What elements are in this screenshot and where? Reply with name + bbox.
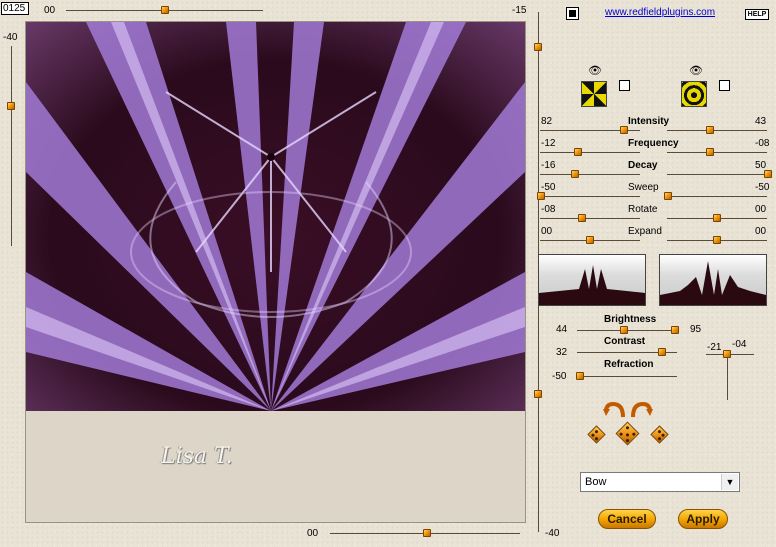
param-left-knob[interactable] (537, 192, 545, 200)
param-left-knob[interactable] (620, 126, 628, 134)
preset-selected-value: Bow (585, 476, 607, 488)
apply-label: Apply (686, 512, 720, 526)
watermark-text: Lisa T. (161, 444, 233, 469)
param-right-track[interactable] (667, 174, 767, 175)
param-label-sweep: Sweep (628, 182, 659, 193)
website-link[interactable]: www.redfieldplugins.com (605, 7, 715, 18)
waveform-preview-right (659, 254, 767, 306)
cancel-label: Cancel (607, 512, 647, 526)
param-label-decay: Decay (628, 160, 658, 171)
help-button[interactable]: HELP (745, 9, 769, 20)
eye-icon-left[interactable]: 👁 (588, 64, 602, 77)
param-left-track[interactable] (540, 174, 640, 175)
small-slider-right-value: -04 (732, 339, 747, 350)
color-swatch-button[interactable] (566, 7, 579, 20)
cancel-button[interactable]: Cancel (598, 509, 656, 529)
pattern-thumb-right[interactable] (681, 81, 707, 107)
param-left-value: -12 (541, 138, 556, 149)
param-right-knob[interactable] (713, 214, 721, 222)
preset-select[interactable]: Bow ▼ (580, 472, 740, 492)
help-label: HELP (747, 11, 767, 18)
param-left-value: 00 (541, 226, 553, 237)
watermark: Lisa T. (161, 444, 232, 469)
param-right-value: 00 (755, 226, 767, 237)
contrast-label: Contrast (604, 336, 646, 347)
right-v-slider-value: -40 (545, 528, 560, 539)
param-right-knob[interactable] (764, 170, 772, 178)
pattern-right-checkbox[interactable] (719, 80, 730, 91)
small-slider-left-value: -21 (707, 342, 722, 353)
pattern-thumb-left[interactable] (581, 81, 607, 107)
bottom-slider-knob[interactable] (423, 529, 431, 537)
param-right-track[interactable] (667, 152, 767, 153)
param-right-track[interactable] (667, 196, 767, 197)
refraction-value: -50 (552, 371, 567, 382)
refraction-label: Refraction (604, 359, 654, 370)
random-small-left-icon[interactable] (587, 425, 606, 444)
counter-box: 0125 (1, 2, 29, 15)
counter-value: 0125 (3, 3, 26, 14)
param-left-value: 82 (541, 116, 553, 127)
bottom-slider-value: 00 (307, 528, 319, 539)
param-right-knob[interactable] (706, 148, 714, 156)
param-right-knob[interactable] (706, 126, 714, 134)
param-left-value: -16 (541, 160, 556, 171)
param-left-value: -08 (541, 204, 556, 215)
brightness-knob-left[interactable] (620, 326, 628, 334)
param-left-knob[interactable] (571, 170, 579, 178)
random-all-icon[interactable] (615, 421, 640, 446)
contrast-knob[interactable] (658, 348, 666, 356)
param-label-frequency: Frequency (628, 138, 679, 149)
brightness-label: Brightness (604, 314, 657, 325)
param-left-track[interactable] (540, 152, 640, 153)
chevron-down-icon[interactable]: ▼ (721, 474, 738, 490)
param-right-value: 00 (755, 204, 767, 215)
apply-button[interactable]: Apply (678, 509, 728, 529)
param-label-intensity: Intensity (628, 116, 670, 127)
right-v-slider-knob-top[interactable] (534, 43, 542, 51)
preview-render (26, 22, 525, 411)
left-slider-track[interactable] (11, 46, 12, 246)
param-left-track[interactable] (540, 218, 640, 219)
top-slider-left-value: 00 (44, 5, 56, 16)
random-small-right-icon[interactable] (650, 425, 669, 444)
brightness-left-value: 44 (556, 324, 568, 335)
param-right-track[interactable] (667, 130, 767, 131)
right-v-slider-knob-bottom[interactable] (534, 390, 542, 398)
brightness-right-value: 95 (690, 324, 702, 335)
param-right-knob[interactable] (664, 192, 672, 200)
param-left-track[interactable] (540, 196, 640, 197)
small-slider-knob[interactable] (723, 350, 731, 358)
param-left-knob[interactable] (574, 148, 582, 156)
left-slider-value: -40 (3, 32, 18, 43)
param-left-knob[interactable] (586, 236, 594, 244)
contrast-value: 32 (556, 347, 568, 358)
refraction-knob[interactable] (576, 372, 584, 380)
param-label-rotate: Rotate (628, 204, 658, 215)
top-slider-right-value: -15 (512, 5, 527, 16)
param-left-knob[interactable] (578, 214, 586, 222)
param-right-value: -08 (755, 138, 770, 149)
refraction-track[interactable] (577, 376, 677, 377)
left-slider-knob[interactable] (7, 102, 15, 110)
param-right-value: -50 (755, 182, 770, 193)
top-slider-knob[interactable] (161, 6, 169, 14)
param-right-value: 43 (755, 116, 767, 127)
eye-icon-right[interactable]: 👁 (689, 64, 703, 77)
param-label-expand: Expand (628, 226, 662, 237)
param-right-knob[interactable] (713, 236, 721, 244)
brightness-knob-right[interactable] (671, 326, 679, 334)
rotate-left-icon[interactable] (603, 401, 625, 419)
rotate-right-icon[interactable] (631, 401, 653, 419)
pattern-left-checkbox[interactable] (619, 80, 630, 91)
waveform-preview-left (538, 254, 646, 306)
preview-canvas[interactable]: Lisa T. (25, 21, 526, 523)
